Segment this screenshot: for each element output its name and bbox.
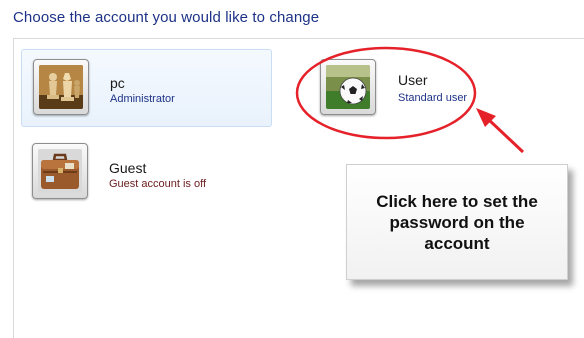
account-tile-guest[interactable]: Guest Guest account is off: [21, 138, 272, 204]
account-type: Administrator: [110, 93, 175, 105]
avatar: [32, 143, 88, 199]
chess-pieces-icon: [39, 65, 83, 109]
soccer-ball-icon: [326, 65, 370, 109]
avatar: [33, 59, 89, 115]
avatar: [320, 59, 376, 115]
briefcase-icon: [38, 149, 82, 193]
account-name: pc: [110, 75, 125, 91]
callout-text: Click here to set the password on the ac…: [376, 191, 538, 253]
account-type: Standard user: [398, 92, 468, 104]
account-status: Guest account is off: [109, 178, 207, 190]
account-name: User: [398, 72, 428, 88]
account-tile-pc[interactable]: pc Administrator: [21, 49, 272, 127]
page-title: Choose the account you would like to cha…: [13, 9, 320, 26]
callout-box: Click here to set the password on the ac…: [346, 164, 568, 280]
account-name: Guest: [109, 160, 147, 176]
account-tile-user[interactable]: User Standard user: [310, 52, 480, 128]
